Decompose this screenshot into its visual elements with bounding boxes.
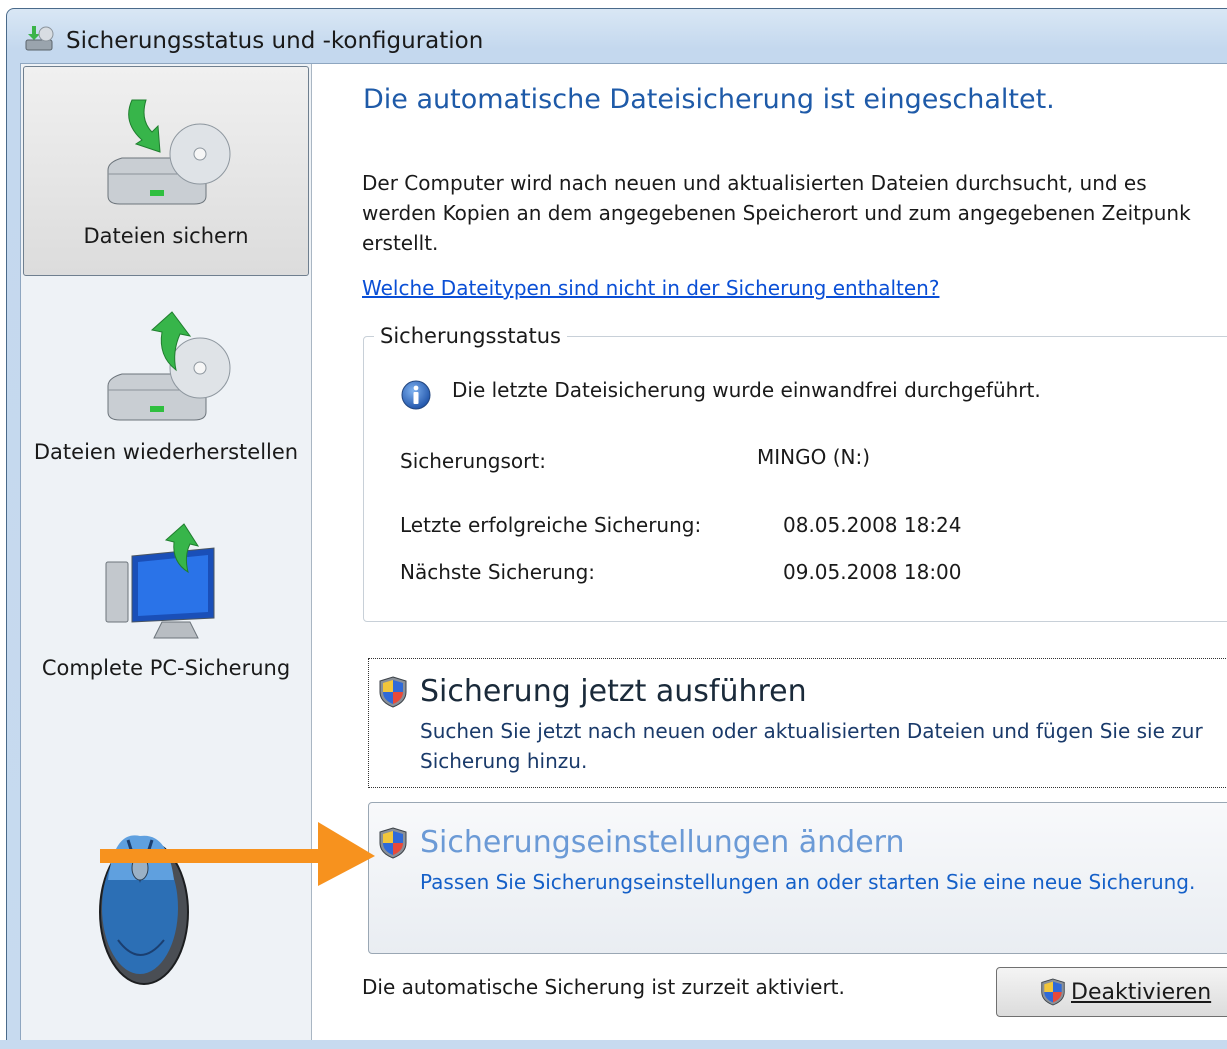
window-title: Sicherungsstatus und -konfiguration [66,28,484,54]
deactivate-button-label: Deaktivieren [1071,980,1212,1005]
last-backup-value: 08.05.2008 18:24 [783,513,962,537]
description-line: erstellt. [362,231,439,255]
run-backup-now-title: Sicherung jetzt ausführen [420,674,807,709]
description-text: Der Computer wird nach neuen und aktuali… [362,168,1227,258]
backup-center-icon [25,26,54,51]
change-backup-settings-description: Passen Sie Sicherungseinstellungen an od… [420,867,1195,897]
orange-arrow-annotation [100,822,375,886]
backup-files-icon [107,99,231,205]
window-bottom-border [0,1040,1227,1049]
uac-shield-icon [1041,978,1065,1006]
info-icon [401,380,431,410]
status-message: Die letzte Dateisicherung wurde einwandf… [452,378,1041,402]
description-line: Der Computer wird nach neuen und aktuali… [362,171,1147,195]
restore-files-icon [107,311,231,421]
uac-shield-icon [379,827,407,859]
sidebar-item-label: Complete PC-Sicherung [41,656,291,680]
uac-shield-icon [379,676,407,708]
description-line: Suchen Sie jetzt nach neuen oder aktuali… [420,719,1203,743]
next-backup-value: 09.05.2008 18:00 [783,560,962,584]
excluded-file-types-link[interactable]: Welche Dateitypen sind nicht in der Sich… [362,276,939,300]
sidebar-item-label: Dateien wiederherstellen [33,440,299,464]
backup-location-value: MINGO (N:) [757,445,871,469]
auto-backup-status: Die automatische Sicherung ist zurzeit a… [362,975,845,999]
complete-pc-backup-icon [105,523,215,639]
page-headline: Die automatische Dateisicherung ist eing… [363,84,1055,115]
description-line: Sicherung hinzu. [420,749,588,773]
change-backup-settings-title: Sicherungseinstellungen ändern [420,825,905,860]
description-line: werden Kopien an dem angegebenen Speiche… [362,201,1191,225]
description-line: Passen Sie Sicherungseinstellungen an od… [420,870,1196,894]
backup-location-label: Sicherungsort: [400,449,546,473]
group-legend: Sicherungsstatus [374,324,567,348]
sidebar-item-label: Dateien sichern [83,224,249,248]
run-backup-now-description: Suchen Sie jetzt nach neuen oder aktuali… [420,716,1203,776]
last-backup-label: Letzte erfolgreiche Sicherung: [400,513,702,537]
next-backup-label: Nächste Sicherung: [400,560,596,584]
